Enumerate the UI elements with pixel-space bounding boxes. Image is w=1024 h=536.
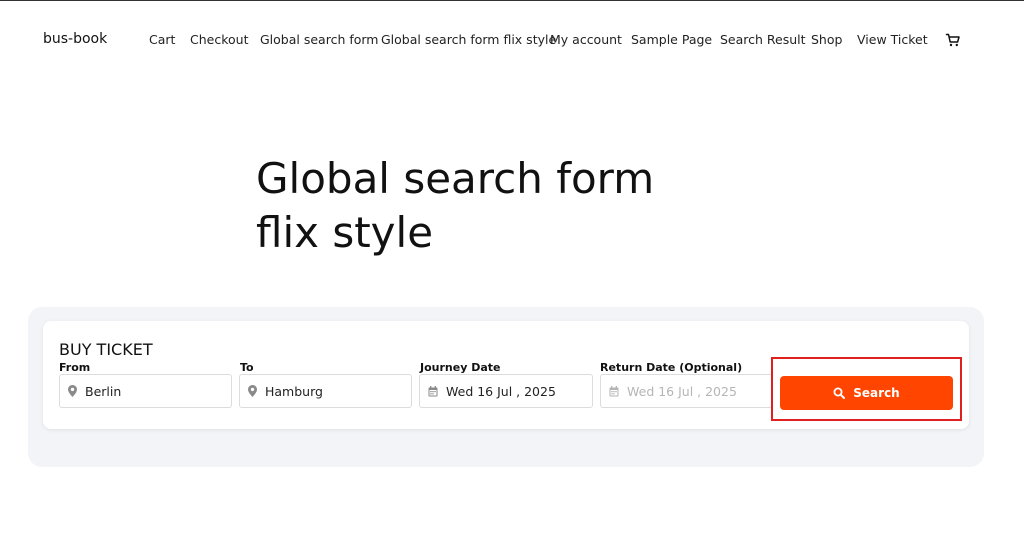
site-title-link[interactable]: bus-book xyxy=(43,31,107,47)
nav-item-shop[interactable]: Shop xyxy=(811,32,842,47)
nav-item-global-search-form[interactable]: Global search form xyxy=(260,32,379,47)
from-label: From xyxy=(59,361,91,374)
return-date-label: Return Date (Optional) xyxy=(600,361,743,374)
nav-item-checkout[interactable]: Checkout xyxy=(190,32,248,47)
to-value: Hamburg xyxy=(265,383,323,399)
from-value: Berlin xyxy=(85,383,122,399)
search-icon xyxy=(833,387,846,399)
calendar-icon xyxy=(428,385,438,396)
to-label: To xyxy=(240,361,254,374)
return-date-field[interactable]: Wed 16 Jul , 2025 xyxy=(600,374,773,408)
nav-item-my-account[interactable]: My account xyxy=(550,32,622,47)
nav-item-view-ticket[interactable]: View Ticket xyxy=(857,32,928,47)
to-field[interactable]: Hamburg xyxy=(239,374,412,408)
form-heading: BUY TICKET xyxy=(59,340,153,359)
map-pin-icon xyxy=(248,385,257,397)
page-title: Global search form flix style xyxy=(256,154,655,257)
return-date-placeholder: Wed 16 Jul , 2025 xyxy=(627,383,737,399)
nav-item-search-result[interactable]: Search Result xyxy=(720,32,806,47)
top-border xyxy=(0,0,1024,1)
search-button-label: Search xyxy=(853,386,900,400)
map-pin-icon xyxy=(68,385,77,397)
cart-icon[interactable] xyxy=(945,32,961,48)
journey-date-value: Wed 16 Jul , 2025 xyxy=(446,383,556,399)
nav-item-sample-page[interactable]: Sample Page xyxy=(631,32,712,47)
journey-date-field[interactable]: Wed 16 Jul , 2025 xyxy=(419,374,593,408)
journey-date-label: Journey Date xyxy=(420,361,501,374)
nav-item-global-search-form-flix[interactable]: Global search form flix style xyxy=(381,32,556,47)
from-field[interactable]: Berlin xyxy=(59,374,232,408)
nav-item-cart[interactable]: Cart xyxy=(149,32,175,47)
search-button[interactable]: Search xyxy=(780,376,953,410)
calendar-icon xyxy=(609,385,619,396)
